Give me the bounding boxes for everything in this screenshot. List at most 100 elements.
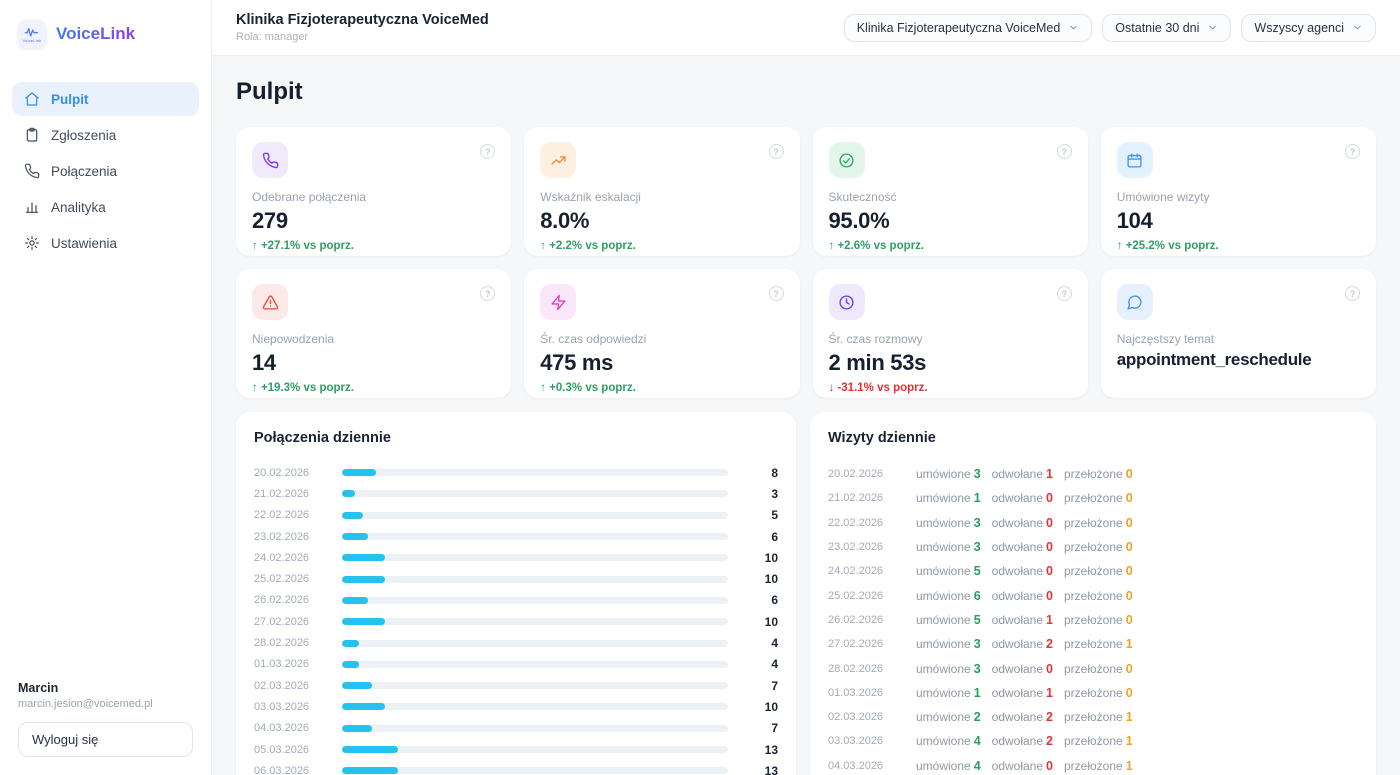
kpi-icon-chip [540,142,576,178]
call-value: 10 [752,700,778,714]
call-row: 23.02.2026 6 [254,526,778,547]
kpi-grid: ? Odebrane połączenia 279↑ +27.1% vs pop… [236,127,1376,398]
agent-filter[interactable]: Wszyscy agenci [1241,14,1376,42]
call-bar [342,746,398,753]
visit-booked: umówione2 [916,710,981,724]
sidebar-item-pulpit[interactable]: Pulpit [12,82,199,116]
sidebar-item-zgoszenia[interactable]: Zgłoszenia [12,118,199,152]
call-bar-track [342,661,728,668]
call-row: 05.03.2026 13 [254,739,778,760]
kpi-icon-chip [252,142,288,178]
kpi-label: Śr. czas rozmowy [829,332,1072,346]
help-icon[interactable]: ? [480,144,495,159]
help-icon[interactable]: ? [480,286,495,301]
call-bar-track [342,512,728,519]
help-icon[interactable]: ? [1057,144,1072,159]
call-bar [342,618,385,625]
visit-date: 02.03.2026 [828,711,900,723]
check-circle-icon [838,152,855,169]
visit-date: 25.02.2026 [828,590,900,602]
help-icon[interactable]: ? [769,286,784,301]
logout-button[interactable]: Wyloguj się [18,722,193,757]
visit-booked: umówione5 [916,613,981,627]
call-bar-track [342,554,728,561]
help-icon[interactable]: ? [1345,144,1360,159]
visit-row: 20.02.2026umówione3odwołane1przełożone0 [828,462,1358,486]
calls-daily-chart: 20.02.2026 821.02.2026 322.02.2026 523.0… [254,462,778,775]
visit-rescheduled: przełożone1 [1064,759,1133,773]
kpi-icon-chip [829,284,865,320]
clinic-filter[interactable]: Klinika Fizjoterapeutyczna VoiceMed [844,14,1093,42]
kpi-value: 2 min 53s [829,350,1072,376]
help-icon[interactable]: ? [1345,286,1360,301]
call-bar-track [342,767,728,774]
kpi-card-top: ? [252,142,495,178]
gear-icon [24,235,40,251]
sidebar-nav: PulpitZgłoszeniaPołączenia Analityka Ustaw… [12,82,199,260]
call-date: 26.02.2026 [254,594,326,606]
kpi-delta: ↑ +2.2% vs poprz. [540,240,783,252]
call-bar-track [342,682,728,689]
visit-cancelled: odwołane1 [992,613,1053,627]
kpi-value: 14 [252,350,495,376]
call-date: 27.02.2026 [254,616,326,628]
chevron-down-icon [1207,22,1218,33]
call-bar-track [342,703,728,710]
visit-date: 23.02.2026 [828,541,900,553]
sidebar-item-ustawienia[interactable]: Ustawienia [12,226,199,260]
visit-booked: umówione3 [916,467,981,481]
call-bar-track [342,640,728,647]
visit-row: 22.02.2026umówione3odwołane0przełożone0 [828,511,1358,535]
call-value: 3 [752,487,778,501]
visit-rescheduled: przełożone0 [1064,491,1133,505]
calls-daily-panel: Połączenia dziennie 20.02.2026 821.02.20… [236,412,796,775]
visits-daily-title: Wizyty dziennie [828,430,1358,446]
zap-icon [550,294,567,311]
kpi-card-escalation-rate: ? Wskaźnik eskalacji 8.0%↑ +2.2% vs popr… [524,127,799,256]
kpi-card-effectiveness: ? Skuteczność 95.0%↑ +2.6% vs poprz. [813,127,1088,256]
call-bar-track [342,618,728,625]
visit-rescheduled: przełożone1 [1064,637,1133,651]
visit-date: 24.02.2026 [828,565,900,577]
call-value: 6 [752,530,778,544]
call-value: 10 [752,572,778,586]
call-row: 27.02.2026 10 [254,611,778,632]
call-bar [342,725,372,732]
visit-row: 01.03.2026umówione1odwołane1przełożone0 [828,681,1358,705]
home-icon [24,91,40,107]
call-row: 02.03.2026 7 [254,675,778,696]
sidebar-item-label: Analityka [51,200,106,215]
page-title: Pulpit [236,78,1376,106]
visit-cancelled: odwołane0 [992,491,1053,505]
kpi-card-avg-call-duration: ? Śr. czas rozmowy 2 min 53s↓ -31.1% vs … [813,269,1088,398]
alert-triangle-icon [262,294,279,311]
call-bar-track [342,533,728,540]
call-bar [342,661,359,668]
sidebar-item-label: Ustawienia [51,236,117,251]
visit-cancelled: odwołane2 [992,710,1053,724]
help-icon[interactable]: ? [1057,286,1072,301]
period-filter[interactable]: Ostatnie 30 dni [1102,14,1231,42]
visit-rescheduled: przełożone0 [1064,540,1133,554]
kpi-delta: ↑ +25.2% vs poprz. [1117,240,1360,252]
sidebar-item-analityka[interactable]: Analityka [12,190,199,224]
visit-date: 21.02.2026 [828,492,900,504]
call-row: 03.03.2026 10 [254,696,778,717]
call-date: 23.02.2026 [254,531,326,543]
call-row: 21.02.2026 3 [254,483,778,504]
visit-rescheduled: przełożone0 [1064,564,1133,578]
visit-date: 22.02.2026 [828,517,900,529]
kpi-card-avg-response-time: ? Śr. czas odpowiedzi 475 ms↑ +0.3% vs p… [524,269,799,398]
call-value: 5 [752,508,778,522]
sidebar-footer: Marcin marcin.jesion@voicemed.pl Wyloguj… [12,681,199,757]
call-value: 6 [752,593,778,607]
help-icon[interactable]: ? [769,144,784,159]
visit-cancelled: odwołane2 [992,637,1053,651]
call-row: 24.02.2026 10 [254,547,778,568]
logo-caption: VoiceLink [23,38,42,43]
visit-cancelled: odwołane1 [992,686,1053,700]
call-bar-track [342,576,728,583]
kpi-label: Śr. czas odpowiedzi [540,332,783,346]
sidebar-item-poczenia[interactable]: Połączenia [12,154,199,188]
call-bar [342,533,368,540]
